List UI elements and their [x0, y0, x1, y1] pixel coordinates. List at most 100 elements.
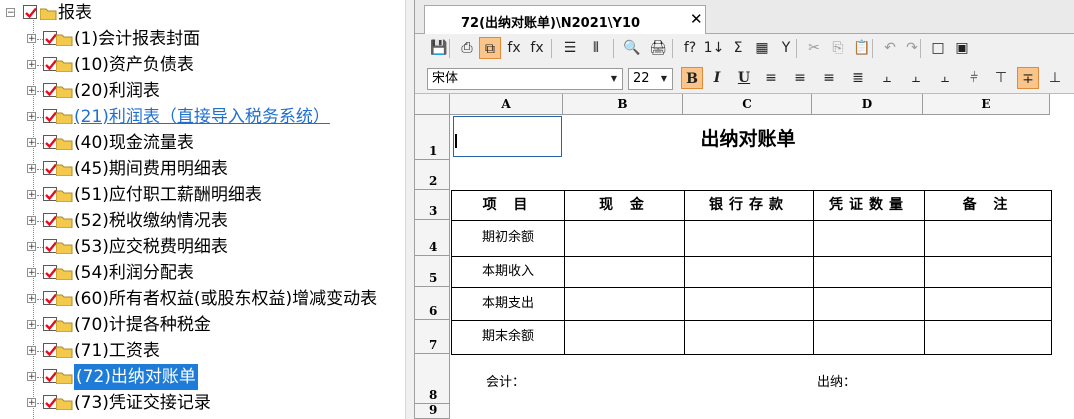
align-right-icon[interactable]: ≡	[818, 67, 840, 89]
merge-cells-icon[interactable]: ⫩	[963, 67, 985, 89]
checkbox-icon[interactable]	[43, 239, 57, 253]
selected-cell-a1[interactable]	[453, 116, 562, 157]
tree-item[interactable]: + (53)应交税费明细表	[0, 234, 405, 260]
checkbox-icon[interactable]	[43, 395, 57, 409]
row-header[interactable]: 6	[415, 287, 450, 320]
tree-item[interactable]: + (71)工资表	[0, 338, 405, 364]
expand-icon[interactable]: +	[27, 60, 36, 70]
sheet-corner[interactable]	[415, 94, 450, 115]
bold-button[interactable]: B	[681, 67, 703, 89]
tree-item[interactable]: + (10)资产负债表	[0, 52, 405, 78]
sum-icon[interactable]: Σ	[727, 37, 749, 59]
row-header[interactable]: 5	[415, 256, 450, 287]
chevron-down-icon[interactable]: ▼	[608, 72, 620, 86]
tree-item[interactable]: + (73)凭证交接记录	[0, 390, 405, 416]
paste-icon[interactable]: 📋	[851, 37, 873, 59]
expand-icon[interactable]: +	[27, 86, 36, 96]
insert-function-icon[interactable]: f?	[679, 37, 701, 59]
expand-icon[interactable]: +	[27, 398, 36, 408]
checkbox-icon[interactable]	[23, 5, 37, 19]
chevron-down-icon[interactable]: ▼	[658, 72, 670, 86]
column-header[interactable]: D	[812, 94, 923, 115]
row-icon[interactable]: ☰	[559, 37, 581, 59]
font-size-select[interactable]: 22 ▼	[628, 68, 673, 90]
table-row-label[interactable]: 期末余额	[451, 320, 565, 355]
tree-item[interactable]: + (60)所有者权益(或股东权益)增减变动表	[0, 286, 405, 312]
checkbox-icon[interactable]	[43, 57, 57, 71]
expand-icon[interactable]: +	[27, 34, 36, 44]
tree-item[interactable]: + (45)期间费用明细表	[0, 156, 405, 182]
expand-icon[interactable]: +	[27, 268, 36, 278]
print-preview-icon[interactable]: ⎙	[456, 37, 478, 59]
table-header-cell[interactable]: 凭证数量	[813, 190, 925, 221]
column-header[interactable]: E	[923, 94, 1050, 115]
table-cell[interactable]	[813, 256, 925, 288]
expand-icon[interactable]: +	[27, 372, 36, 382]
row-header[interactable]: 1	[415, 115, 450, 160]
table-cell[interactable]	[924, 287, 1052, 321]
tree-item[interactable]: + (52)税收缴纳情况表	[0, 208, 405, 234]
expand-icon[interactable]: +	[27, 320, 36, 330]
tab-report-72[interactable]: 72(出纳对账单)\N2021\Y10 ✕	[424, 5, 706, 34]
row-header[interactable]: 2	[415, 160, 450, 190]
font-name-select[interactable]: 宋体 ▼	[427, 68, 623, 90]
table-cell[interactable]	[684, 320, 814, 355]
table-cell[interactable]	[813, 320, 925, 355]
expand-icon[interactable]: +	[27, 164, 36, 174]
text-center-icon[interactable]: ∓	[1017, 67, 1039, 89]
checkbox-icon[interactable]	[43, 135, 57, 149]
function-icon[interactable]: fx	[526, 37, 548, 59]
copy-icon[interactable]: ⎘	[827, 37, 849, 59]
table-header-cell[interactable]: 项 目	[451, 190, 565, 221]
copy-format-icon[interactable]: ⧉	[479, 37, 501, 59]
panel-splitter[interactable]	[405, 0, 415, 419]
close-icon[interactable]: ✕	[690, 10, 703, 28]
undo-icon[interactable]: ↶	[879, 37, 901, 59]
checkbox-icon[interactable]	[43, 265, 57, 279]
row-header[interactable]: 9	[415, 403, 450, 419]
table-cell[interactable]	[813, 287, 925, 321]
save-icon[interactable]: 💾	[428, 37, 450, 59]
valign-top-icon[interactable]: ⫠	[876, 67, 898, 89]
column-header[interactable]: A	[450, 94, 563, 115]
column-icon[interactable]: ⫴	[585, 37, 607, 59]
row-header[interactable]: 3	[415, 190, 450, 220]
table-row-label[interactable]: 期初余额	[451, 220, 565, 257]
expand-icon[interactable]: +	[27, 190, 36, 200]
table-cell[interactable]	[564, 220, 685, 257]
table-row-label[interactable]: 本期支出	[451, 287, 565, 321]
table-cell[interactable]	[813, 220, 925, 257]
row-header[interactable]: 4	[415, 220, 450, 256]
tree-item[interactable]: + (70)计提各种税金	[0, 312, 405, 338]
tree-root[interactable]: − 报表	[0, 0, 405, 26]
table-cell[interactable]	[924, 220, 1052, 257]
table-cell[interactable]	[564, 320, 685, 355]
table-header-cell[interactable]: 银行存款	[684, 190, 814, 221]
text-top-icon[interactable]: ⊤	[990, 67, 1012, 89]
table-cell[interactable]	[924, 256, 1052, 288]
underline-button[interactable]: U	[733, 67, 755, 89]
table-cell[interactable]	[684, 220, 814, 257]
checkbox-icon[interactable]	[43, 31, 57, 45]
table-cell[interactable]	[684, 256, 814, 288]
checkbox-icon[interactable]	[43, 317, 57, 331]
expand-icon[interactable]: +	[27, 112, 36, 122]
table-cell[interactable]	[564, 256, 685, 288]
checkbox-icon[interactable]	[43, 213, 57, 227]
collapse-icon[interactable]: −	[6, 8, 15, 18]
table-row-label[interactable]: 本期收入	[451, 256, 565, 288]
column-header[interactable]: B	[563, 94, 683, 115]
expand-icon[interactable]: +	[27, 346, 36, 356]
border-box-icon[interactable]: □	[927, 37, 949, 59]
filter-icon[interactable]: Y	[775, 37, 797, 59]
formula-icon[interactable]: fx	[503, 37, 525, 59]
tree-item[interactable]: + (20)利润表	[0, 78, 405, 104]
row-header[interactable]: 8	[415, 354, 450, 404]
text-bottom-icon[interactable]: ⊥	[1044, 67, 1066, 89]
align-center-icon[interactable]: ≡	[789, 67, 811, 89]
checkbox-icon[interactable]	[43, 291, 57, 305]
expand-icon[interactable]: +	[27, 138, 36, 148]
valign-middle-icon[interactable]: ⫠	[905, 67, 927, 89]
column-header[interactable]: C	[683, 94, 812, 115]
tree-item[interactable]: + (72)出纳对账单	[0, 364, 405, 390]
